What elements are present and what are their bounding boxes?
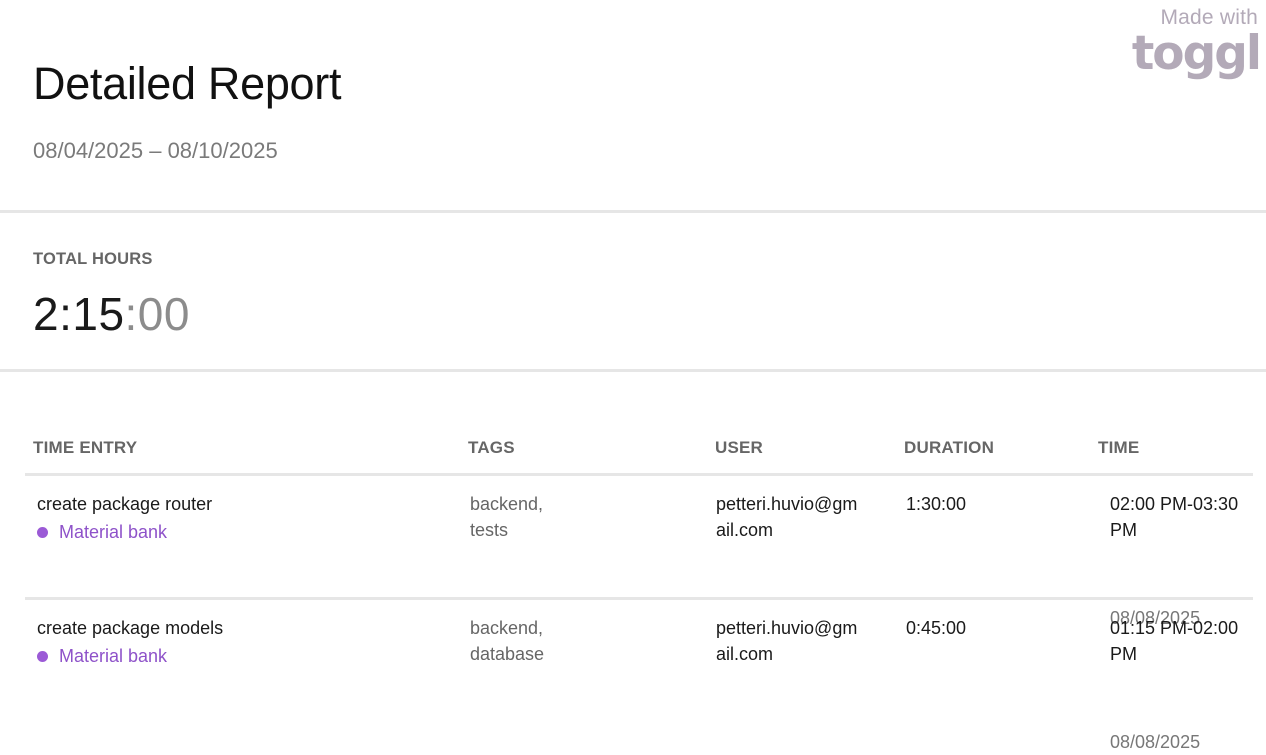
project-color-dot <box>37 650 48 662</box>
column-header-time-entry: TIME ENTRY <box>33 438 138 457</box>
entry-time-range: 01:15 PM-02:00 PM <box>1110 618 1239 664</box>
entry-duration: 0:45:00 <box>906 618 967 638</box>
total-hours-value: 2:15:00 <box>33 287 190 341</box>
total-hours-main: 2:15 <box>33 288 125 340</box>
project-name: Material bank <box>59 522 168 542</box>
project-color-dot <box>37 526 48 538</box>
table-row: create package models Material bank back… <box>25 600 1253 752</box>
total-hours-label: TOTAL HOURS <box>33 250 153 268</box>
entry-date: 08/08/2025 <box>1110 732 1201 752</box>
divider <box>0 369 1266 372</box>
column-header-tags: TAGS <box>468 438 515 457</box>
entry-tags: backend, database <box>470 618 545 664</box>
table-row: create package router Material bank back… <box>25 476 1253 628</box>
total-hours-seconds: :00 <box>124 288 190 340</box>
entry-project: Material bank <box>37 519 167 545</box>
entry-duration: 1:30:00 <box>906 494 967 514</box>
brand-badge: Made with toggl <box>1118 6 1262 81</box>
column-header-user: USER <box>715 438 764 457</box>
report-header: Detailed Report 08/04/2025 – 08/10/2025 … <box>0 0 1266 210</box>
date-range: 08/04/2025 – 08/10/2025 <box>33 138 278 163</box>
totals-section: TOTAL HOURS 2:15:00 <box>0 213 1266 369</box>
entry-user: petteri.huvio@gmail.com <box>716 494 858 540</box>
project-name: Material bank <box>59 646 168 666</box>
entry-tags: backend, tests <box>470 494 544 540</box>
entry-time-range: 02:00 PM-03:30 PM <box>1110 494 1239 540</box>
page-title: Detailed Report <box>33 58 342 109</box>
column-header-time: TIME <box>1098 438 1140 457</box>
entry-description: create package models <box>37 618 224 638</box>
toggl-logo: toggl <box>1131 26 1262 81</box>
entries-table: TIME ENTRY TAGS USER DURATION TIME creat… <box>25 430 1253 752</box>
table-header: TIME ENTRY TAGS USER DURATION TIME <box>25 430 1253 476</box>
entry-user: petteri.huvio@gmail.com <box>716 618 858 664</box>
entry-project: Material bank <box>37 643 167 669</box>
entry-description: create package router <box>37 494 213 514</box>
column-header-duration: DURATION <box>904 438 995 457</box>
